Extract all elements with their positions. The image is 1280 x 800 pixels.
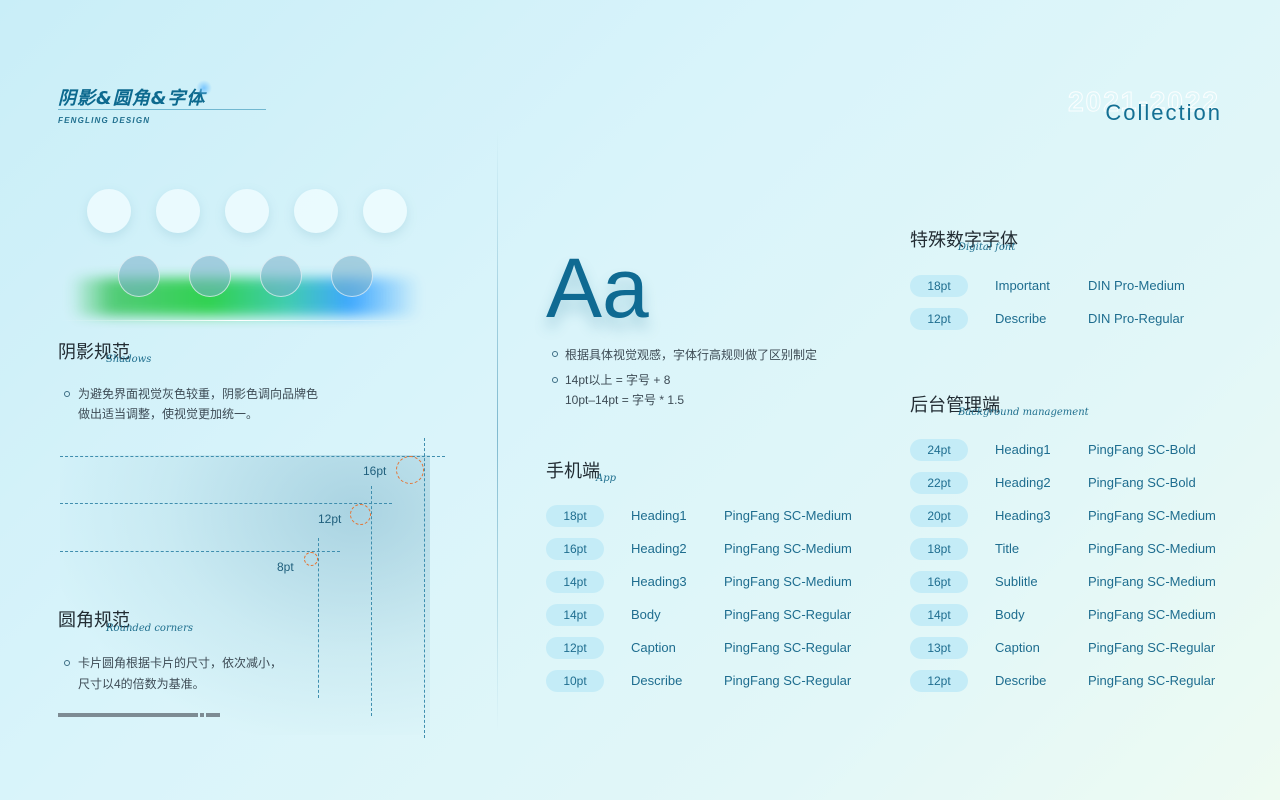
shadow-script: Shadows [106, 354, 152, 365]
admin-font: PingFang SC-Medium [1088, 508, 1216, 523]
type-sample: Aa [546, 241, 649, 335]
admin-role: Heading3 [995, 508, 1051, 523]
app-size-pill: 10pt [546, 670, 604, 692]
app-size-pill: 12pt [546, 637, 604, 659]
admin-font: PingFang SC-Medium [1088, 574, 1216, 589]
app-size-pill: 16pt [546, 538, 604, 560]
admin-font: PingFang SC-Regular [1088, 673, 1216, 688]
shadow-ghost-circle [87, 189, 131, 233]
shadow-ball [118, 255, 160, 297]
admin-size-pill: 20pt [910, 505, 968, 527]
type-rule-1: 根据具体视觉观感，字体行高规则做了区别制定 [565, 348, 818, 362]
type-rule-2b: 10pt–14pt = 字号 * 1.5 [565, 393, 685, 407]
brand-glow-dot [196, 80, 212, 96]
app-font: PingFang SC-Medium [724, 508, 852, 523]
shadow-desc-line-2: 做出适当调整，使视觉更加统一。 [78, 407, 259, 421]
corner-radius-circle-8 [304, 552, 318, 566]
app-role: Heading2 [631, 541, 687, 556]
admin-role: Heading2 [995, 475, 1051, 490]
admin-font: PingFang SC-Bold [1088, 442, 1196, 457]
admin-size-pill: 16pt [910, 571, 968, 593]
corner-guide-16-v [424, 438, 425, 738]
admin-size-pill: 12pt [910, 670, 968, 692]
shadow-ghost-circle [225, 189, 269, 233]
admin-role: Body [995, 607, 1025, 622]
admin-size-pill: 14pt [910, 604, 968, 626]
app-role: Heading1 [631, 508, 687, 523]
brand-underline [58, 109, 266, 110]
admin-font: PingFang SC-Medium [1088, 607, 1216, 622]
digital-role: Describe [995, 311, 1047, 326]
admin-role: Describe [995, 673, 1047, 688]
app-font: PingFang SC-Regular [724, 673, 852, 688]
app-size-pill: 14pt [546, 604, 604, 626]
admin-size-pill: 24pt [910, 439, 968, 461]
shadow-ghost-circle [156, 189, 200, 233]
corner-guide-16 [60, 456, 445, 457]
corner-guide-12 [60, 503, 392, 504]
corner-script: Rounded corners [106, 623, 194, 634]
app-role: Caption [631, 640, 676, 655]
corner-radius-circle-16 [396, 456, 424, 484]
app-role: Heading3 [631, 574, 687, 589]
corner-guide-8 [60, 551, 340, 552]
app-font: PingFang SC-Medium [724, 574, 852, 589]
digital-script: Digital font [958, 242, 1016, 253]
corner-radius-circle-12 [350, 504, 371, 525]
app-font: PingFang SC-Medium [724, 541, 852, 556]
bullet-dot [552, 377, 558, 383]
app-role: Describe [631, 673, 683, 688]
corner-label-16: 16pt [363, 464, 387, 478]
digital-font: DIN Pro-Medium [1088, 278, 1185, 293]
admin-role: Sublitle [995, 574, 1038, 589]
admin-size-pill: 13pt [910, 637, 968, 659]
collection-title: Collection [1105, 100, 1222, 125]
app-size-pill: 14pt [546, 571, 604, 593]
shadow-ball [189, 255, 231, 297]
shadow-ghost-circle [363, 189, 407, 233]
admin-font: PingFang SC-Regular [1088, 640, 1216, 655]
shadow-ball [260, 255, 302, 297]
app-role: Body [631, 607, 661, 622]
digital-size-pill: 18pt [910, 275, 968, 297]
app-script: App [596, 473, 617, 484]
admin-size-pill: 18pt [910, 538, 968, 560]
decorative-stripe [58, 713, 220, 717]
admin-font: PingFang SC-Medium [1088, 541, 1216, 556]
app-title: 手机端 [546, 461, 600, 482]
corner-desc-line-2: 尺寸以4的倍数为基准。 [78, 677, 205, 691]
app-font: PingFang SC-Regular [724, 640, 852, 655]
digital-size-pill: 12pt [910, 308, 968, 330]
digital-font: DIN Pro-Regular [1088, 311, 1185, 326]
bullet-dot [552, 351, 558, 357]
type-rule-2a: 14pt以上 = 字号 + 8 [565, 373, 671, 387]
app-size-pill: 18pt [546, 505, 604, 527]
center-divider [497, 130, 498, 730]
admin-font: PingFang SC-Bold [1088, 475, 1196, 490]
admin-role: Title [995, 541, 1020, 556]
digital-role: Important [995, 278, 1050, 293]
shadow-divider [60, 320, 420, 321]
corner-guide-8-v [318, 538, 319, 698]
bullet-dot [64, 660, 70, 666]
admin-role: Caption [995, 640, 1040, 655]
shadow-ball [331, 255, 373, 297]
bullet-dot [64, 391, 70, 397]
shadow-desc-line-1: 为避免界面视觉灰色较重，阴影色调向品牌色 [78, 387, 319, 401]
app-font: PingFang SC-Regular [724, 607, 852, 622]
corner-label-12: 12pt [318, 512, 342, 526]
corner-guide-12-v [371, 486, 372, 716]
corner-label-8: 8pt [277, 560, 294, 574]
admin-script: Background management [958, 407, 1089, 418]
shadow-ghost-circle [294, 189, 338, 233]
brand-subtitle: FENGLING DESIGN [58, 116, 151, 125]
corner-desc-line-1: 卡片圆角根据卡片的尺寸，依次减小， [78, 656, 283, 670]
admin-size-pill: 22pt [910, 472, 968, 494]
admin-role: Heading1 [995, 442, 1051, 457]
brand-title: 阴影&圆角&字体 [58, 88, 206, 109]
